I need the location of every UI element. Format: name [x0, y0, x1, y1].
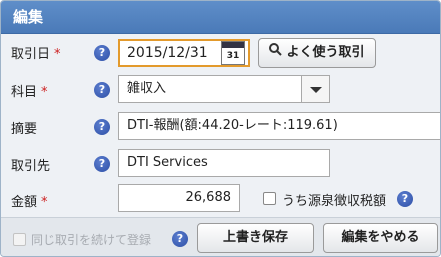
amount-label-text: 金額 [11, 195, 38, 210]
amount-label: 金額 * [11, 191, 48, 210]
account-value: 雑収入 [127, 81, 167, 96]
cancel-edit-button[interactable]: 編集をやめる [323, 223, 438, 253]
memo-input[interactable]: DTI-報酬(額:44.20-レート:119.61) [118, 112, 440, 140]
date-label-text: 取引日 [11, 47, 51, 62]
amount-value: 26,688 [185, 190, 232, 205]
partner-input[interactable]: DTI Services [118, 149, 330, 177]
help-icon[interactable]: ? [172, 231, 188, 247]
calendar-icon[interactable]: 31 [221, 41, 245, 65]
amount-input[interactable]: 26,688 [118, 184, 240, 212]
help-icon[interactable]: ? [94, 156, 110, 172]
withholding-checkbox[interactable] [263, 192, 276, 205]
frequent-transactions-label: よく使う取引 [286, 45, 365, 60]
continue-label: 同じ取引を続けて登録 [31, 233, 152, 247]
help-icon[interactable]: ? [94, 119, 110, 135]
memo-value: DTI-報酬(額:44.20-レート:119.61) [127, 118, 338, 133]
memo-label-text: 摘要 [11, 122, 38, 137]
search-icon [269, 39, 283, 67]
date-value: 2015/12/31 [127, 45, 208, 61]
edit-dialog: 編集 取引日 * ? 2015/12/31 31 よく使う取引 科目 * ? 雑収入… [0, 0, 441, 257]
required-mark: * [41, 85, 48, 100]
required-mark: * [41, 195, 48, 210]
calendar-day: 31 [226, 51, 240, 61]
help-icon[interactable]: ? [94, 45, 110, 61]
withholding-label: うち源泉徴収税額 [282, 194, 387, 209]
memo-label: 摘要 [11, 118, 37, 137]
continue-checkbox[interactable] [13, 233, 26, 246]
save-button[interactable]: 上書き保存 [197, 223, 314, 253]
account-label-text: 科目 [11, 85, 38, 100]
partner-value: DTI Services [127, 155, 208, 170]
partner-label-text: 取引先 [11, 159, 51, 174]
frequent-transactions-button[interactable]: よく使う取引 [258, 38, 376, 68]
partner-label: 取引先 [11, 155, 50, 174]
date-label: 取引日 * [11, 43, 61, 62]
dropdown-arrow-icon[interactable] [301, 76, 329, 102]
account-label: 科目 * [11, 81, 48, 100]
dialog-title: 編集 [1, 1, 440, 34]
help-icon[interactable]: ? [94, 82, 110, 98]
account-select[interactable]: 雑収入 [118, 75, 330, 103]
help-icon[interactable]: ? [397, 191, 413, 207]
required-mark: * [54, 47, 61, 62]
